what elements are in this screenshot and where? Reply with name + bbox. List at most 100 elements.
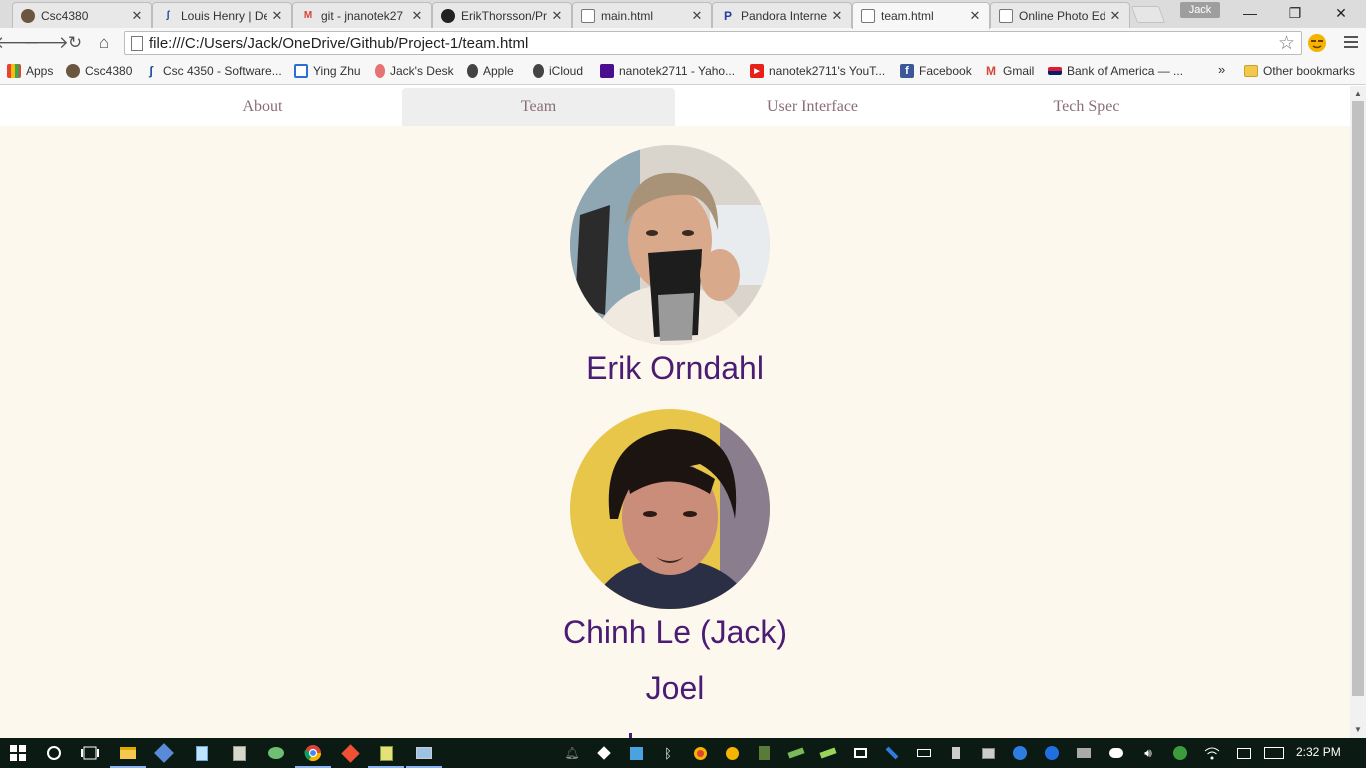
bookmark-label: Bank of America — ... [1067,64,1184,78]
browser-tab-photo-editor[interactable]: Online Photo Ed ✕ [990,2,1130,28]
usb-eject-icon[interactable] [946,743,966,763]
forward-button[interactable]: 🡒 [23,32,69,54]
other-bookmarks-folder[interactable]: Other bookmarks [1244,62,1355,80]
apple-icon [467,64,478,78]
emoji-extension-icon[interactable] [1306,32,1328,54]
globe-icon[interactable] [1170,743,1190,763]
bookmark-csc4350[interactable]: ʃ Csc 4350 - Software... [144,62,282,80]
browser-tab-git[interactable]: M git - jnanotek27 ✕ [292,2,432,28]
reload-button[interactable]: ↻ [63,32,87,54]
notepad-plus-icon[interactable] [376,743,396,763]
owl-icon [21,8,35,23]
task-view-icon[interactable] [80,743,100,763]
profile-button[interactable]: Jack [1180,2,1220,18]
photo-viewer-icon[interactable] [414,743,434,763]
browser-tab-main[interactable]: main.html ✕ [572,2,712,28]
notepad-icon[interactable] [192,743,212,763]
home-button[interactable]: ⌂ [92,32,116,54]
bookmark-bank-of-america[interactable]: Bank of America — ... [1048,62,1183,80]
tray-network-share-icon[interactable] [1074,743,1094,763]
browser-tab-github[interactable]: ErikThorsson/Pr ✕ [432,2,572,28]
paint-icon[interactable] [266,743,286,763]
nav-link-about[interactable]: About [126,88,399,126]
close-icon[interactable]: ✕ [831,9,843,22]
battery-icon[interactable] [914,743,934,763]
notification-bell-icon[interactable]: 🔔︎ [562,743,582,763]
bookmark-apple[interactable]: Apple [467,62,514,80]
chrome-taskbar-icon[interactable] [303,743,323,763]
address-bar[interactable]: file:///C:/Users/Jack/OneDrive/Github/Pr… [124,31,1302,55]
restore-button[interactable]: ❐ [1272,0,1318,26]
browser-tab-pandora[interactable]: P Pandora Interne ✕ [712,2,852,28]
tray-temp2-icon[interactable] [818,743,838,763]
dropbox-icon[interactable] [594,743,614,763]
close-icon[interactable]: ✕ [1109,9,1121,22]
folder-icon [1244,65,1258,77]
browser-tab-csc4380[interactable]: Csc4380 ✕ [12,2,152,28]
nav-link-user-interface[interactable]: User Interface [676,88,949,126]
page-icon [131,36,143,51]
chrome-tray-icon[interactable] [690,743,710,763]
calculator-icon[interactable] [229,743,249,763]
tray-chart-icon[interactable] [754,743,774,763]
virtualbox-icon[interactable] [154,743,174,763]
close-icon[interactable]: ✕ [551,9,563,22]
close-icon[interactable]: ✕ [131,9,143,22]
touch-keyboard-icon[interactable] [1264,743,1284,763]
bookmark-csc4380[interactable]: Csc4380 [66,62,132,80]
scroll-down-arrow-icon[interactable]: ▼ [1352,724,1364,736]
browser-tab-louis-henry[interactable]: ʃ Louis Henry | De ✕ [152,2,292,28]
new-tab-button[interactable] [1130,6,1166,23]
onedrive-icon[interactable] [1106,743,1126,763]
close-window-button[interactable]: ✕ [1318,0,1364,26]
git-icon[interactable] [340,743,360,763]
member-name: Chinh Le (Jack) [562,614,788,650]
bookmark-youtube[interactable]: ▶ nanotek2711's YouT... [750,62,885,80]
file-explorer-icon[interactable] [118,743,138,763]
browser-tab-team[interactable]: team.html ✕ [852,2,990,29]
windows-taskbar: 🔔︎ ᛒ 🔊︎ 2:32 PM [0,738,1366,768]
windows-start-icon[interactable] [8,743,28,763]
tray-temp-icon[interactable] [786,743,806,763]
bookmark-apps[interactable]: Apps [7,62,53,80]
tab-title: Louis Henry | De [181,8,267,23]
wifi-icon[interactable] [1202,743,1222,763]
bookmark-facebook[interactable]: f Facebook [900,62,972,80]
bookmark-star-icon[interactable]: ☆ [1278,32,1295,55]
tray-display-icon[interactable] [978,743,998,763]
tab-title: git - jnanotek27 [321,8,404,23]
minimize-button[interactable]: — [1227,0,1273,26]
tray-app-icon[interactable] [626,743,646,763]
scroll-up-arrow-icon[interactable]: ▲ [1352,88,1364,100]
bookmark-label: iCloud [549,64,584,78]
action-center-icon[interactable] [1234,743,1254,763]
url-text[interactable]: file:///C:/Users/Jack/OneDrive/Github/Pr… [149,35,528,52]
volume-icon[interactable]: 🔊︎ [1138,743,1158,763]
more-bookmarks-chevron[interactable]: » [1218,62,1225,77]
close-icon[interactable]: ✕ [691,9,703,22]
close-icon[interactable]: ✕ [411,9,423,22]
emoji-tray-icon[interactable] [722,743,742,763]
boa-icon [1048,67,1062,75]
taskbar-clock[interactable]: 2:32 PM [1296,745,1341,759]
tray-blue-icon[interactable] [1042,743,1062,763]
tray-tools-icon[interactable] [882,743,902,763]
tray-monitor-icon[interactable] [850,743,870,763]
close-icon[interactable]: ✕ [969,9,981,22]
bookmark-gmail[interactable]: M Gmail [984,62,1034,80]
pandora-icon: P [723,8,732,23]
yahoo-mail-icon [600,64,614,78]
onedrive-sync-icon[interactable] [1010,743,1030,763]
close-icon[interactable]: ✕ [271,9,283,22]
bookmark-icloud[interactable]: iCloud [533,62,583,80]
bluetooth-icon[interactable]: ᛒ [658,743,678,763]
scrollbar-thumb[interactable] [1352,101,1364,696]
page-viewport: About Team User Interface Tech Spec Erik… [0,86,1350,738]
nav-link-tech-spec[interactable]: Tech Spec [950,88,1223,126]
bookmark-ying-zhu[interactable]: Ying Zhu [294,62,361,80]
bookmark-jacks-desk[interactable]: Jack's Desk [375,62,454,80]
chrome-menu-button[interactable] [1340,31,1362,53]
bookmark-yahoo-mail[interactable]: nanotek2711 - Yaho... [600,62,735,80]
cortana-search-icon[interactable] [44,743,64,763]
nav-link-team[interactable]: Team [402,88,675,126]
